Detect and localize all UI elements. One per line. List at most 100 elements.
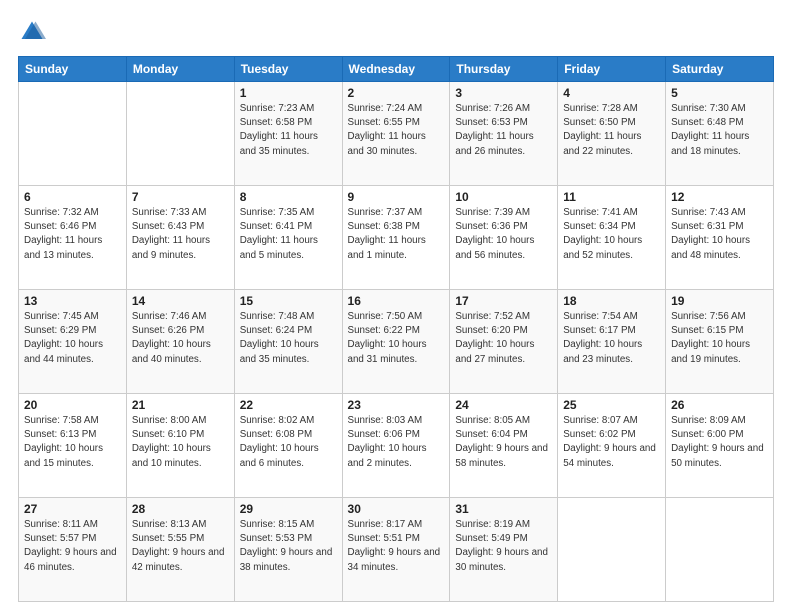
day-number: 6 — [24, 190, 121, 204]
calendar-cell: 14 Sunrise: 7:46 AMSunset: 6:26 PMDaylig… — [126, 290, 234, 394]
calendar-header: SundayMondayTuesdayWednesdayThursdayFrid… — [19, 57, 774, 82]
day-number: 7 — [132, 190, 229, 204]
day-number: 14 — [132, 294, 229, 308]
day-detail: Sunrise: 8:15 AMSunset: 5:53 PMDaylight:… — [240, 519, 333, 573]
day-detail: Sunrise: 7:23 AMSunset: 6:58 PMDaylight:… — [240, 103, 318, 157]
day-detail: Sunrise: 8:02 AMSunset: 6:08 PMDaylight:… — [240, 415, 319, 469]
calendar-week-0: 1 Sunrise: 7:23 AMSunset: 6:58 PMDayligh… — [19, 82, 774, 186]
day-detail: Sunrise: 8:17 AMSunset: 5:51 PMDaylight:… — [348, 519, 441, 573]
day-number: 16 — [348, 294, 445, 308]
calendar-cell: 31 Sunrise: 8:19 AMSunset: 5:49 PMDaylig… — [450, 498, 558, 602]
calendar-cell: 7 Sunrise: 7:33 AMSunset: 6:43 PMDayligh… — [126, 186, 234, 290]
calendar-cell: 2 Sunrise: 7:24 AMSunset: 6:55 PMDayligh… — [342, 82, 450, 186]
calendar-cell: 28 Sunrise: 8:13 AMSunset: 5:55 PMDaylig… — [126, 498, 234, 602]
day-detail: Sunrise: 8:00 AMSunset: 6:10 PMDaylight:… — [132, 415, 211, 469]
weekday-row: SundayMondayTuesdayWednesdayThursdayFrid… — [19, 57, 774, 82]
calendar-cell: 27 Sunrise: 8:11 AMSunset: 5:57 PMDaylig… — [19, 498, 127, 602]
calendar-cell: 20 Sunrise: 7:58 AMSunset: 6:13 PMDaylig… — [19, 394, 127, 498]
day-number: 28 — [132, 502, 229, 516]
day-detail: Sunrise: 7:48 AMSunset: 6:24 PMDaylight:… — [240, 311, 319, 365]
day-detail: Sunrise: 7:39 AMSunset: 6:36 PMDaylight:… — [455, 207, 534, 261]
day-detail: Sunrise: 7:35 AMSunset: 6:41 PMDaylight:… — [240, 207, 318, 261]
day-number: 1 — [240, 86, 337, 100]
calendar-cell: 11 Sunrise: 7:41 AMSunset: 6:34 PMDaylig… — [558, 186, 666, 290]
calendar-cell: 30 Sunrise: 8:17 AMSunset: 5:51 PMDaylig… — [342, 498, 450, 602]
day-number: 5 — [671, 86, 768, 100]
weekday-header-thursday: Thursday — [450, 57, 558, 82]
day-number: 8 — [240, 190, 337, 204]
day-detail: Sunrise: 8:11 AMSunset: 5:57 PMDaylight:… — [24, 519, 117, 573]
calendar-cell: 17 Sunrise: 7:52 AMSunset: 6:20 PMDaylig… — [450, 290, 558, 394]
calendar-cell: 5 Sunrise: 7:30 AMSunset: 6:48 PMDayligh… — [666, 82, 774, 186]
day-number: 26 — [671, 398, 768, 412]
day-detail: Sunrise: 7:46 AMSunset: 6:26 PMDaylight:… — [132, 311, 211, 365]
header — [18, 18, 774, 46]
weekday-header-sunday: Sunday — [19, 57, 127, 82]
day-number: 20 — [24, 398, 121, 412]
calendar-week-4: 27 Sunrise: 8:11 AMSunset: 5:57 PMDaylig… — [19, 498, 774, 602]
day-number: 21 — [132, 398, 229, 412]
day-number: 25 — [563, 398, 660, 412]
calendar-cell: 21 Sunrise: 8:00 AMSunset: 6:10 PMDaylig… — [126, 394, 234, 498]
calendar-cell: 29 Sunrise: 8:15 AMSunset: 5:53 PMDaylig… — [234, 498, 342, 602]
calendar-cell: 13 Sunrise: 7:45 AMSunset: 6:29 PMDaylig… — [19, 290, 127, 394]
day-detail: Sunrise: 7:28 AMSunset: 6:50 PMDaylight:… — [563, 103, 641, 157]
day-detail: Sunrise: 7:54 AMSunset: 6:17 PMDaylight:… — [563, 311, 642, 365]
day-number: 2 — [348, 86, 445, 100]
calendar-cell — [19, 82, 127, 186]
calendar-cell: 15 Sunrise: 7:48 AMSunset: 6:24 PMDaylig… — [234, 290, 342, 394]
calendar-cell: 4 Sunrise: 7:28 AMSunset: 6:50 PMDayligh… — [558, 82, 666, 186]
weekday-header-monday: Monday — [126, 57, 234, 82]
weekday-header-friday: Friday — [558, 57, 666, 82]
day-number: 23 — [348, 398, 445, 412]
day-detail: Sunrise: 7:41 AMSunset: 6:34 PMDaylight:… — [563, 207, 642, 261]
day-detail: Sunrise: 8:19 AMSunset: 5:49 PMDaylight:… — [455, 519, 548, 573]
day-number: 29 — [240, 502, 337, 516]
day-number: 24 — [455, 398, 552, 412]
day-detail: Sunrise: 7:30 AMSunset: 6:48 PMDaylight:… — [671, 103, 749, 157]
day-detail: Sunrise: 7:43 AMSunset: 6:31 PMDaylight:… — [671, 207, 750, 261]
day-number: 4 — [563, 86, 660, 100]
day-number: 19 — [671, 294, 768, 308]
calendar-week-3: 20 Sunrise: 7:58 AMSunset: 6:13 PMDaylig… — [19, 394, 774, 498]
day-number: 15 — [240, 294, 337, 308]
day-number: 13 — [24, 294, 121, 308]
logo — [18, 18, 50, 46]
weekday-header-saturday: Saturday — [666, 57, 774, 82]
day-detail: Sunrise: 7:26 AMSunset: 6:53 PMDaylight:… — [455, 103, 533, 157]
weekday-header-tuesday: Tuesday — [234, 57, 342, 82]
calendar-cell — [126, 82, 234, 186]
calendar-cell: 6 Sunrise: 7:32 AMSunset: 6:46 PMDayligh… — [19, 186, 127, 290]
day-number: 22 — [240, 398, 337, 412]
calendar-cell — [666, 498, 774, 602]
calendar-week-1: 6 Sunrise: 7:32 AMSunset: 6:46 PMDayligh… — [19, 186, 774, 290]
day-number: 18 — [563, 294, 660, 308]
calendar-cell: 24 Sunrise: 8:05 AMSunset: 6:04 PMDaylig… — [450, 394, 558, 498]
calendar-cell: 23 Sunrise: 8:03 AMSunset: 6:06 PMDaylig… — [342, 394, 450, 498]
day-detail: Sunrise: 7:50 AMSunset: 6:22 PMDaylight:… — [348, 311, 427, 365]
day-number: 17 — [455, 294, 552, 308]
day-number: 30 — [348, 502, 445, 516]
calendar-cell: 9 Sunrise: 7:37 AMSunset: 6:38 PMDayligh… — [342, 186, 450, 290]
day-detail: Sunrise: 7:58 AMSunset: 6:13 PMDaylight:… — [24, 415, 103, 469]
day-detail: Sunrise: 8:07 AMSunset: 6:02 PMDaylight:… — [563, 415, 656, 469]
day-number: 27 — [24, 502, 121, 516]
calendar-cell: 18 Sunrise: 7:54 AMSunset: 6:17 PMDaylig… — [558, 290, 666, 394]
calendar-cell: 3 Sunrise: 7:26 AMSunset: 6:53 PMDayligh… — [450, 82, 558, 186]
day-detail: Sunrise: 8:13 AMSunset: 5:55 PMDaylight:… — [132, 519, 225, 573]
day-detail: Sunrise: 8:05 AMSunset: 6:04 PMDaylight:… — [455, 415, 548, 469]
calendar-cell: 19 Sunrise: 7:56 AMSunset: 6:15 PMDaylig… — [666, 290, 774, 394]
calendar-body: 1 Sunrise: 7:23 AMSunset: 6:58 PMDayligh… — [19, 82, 774, 602]
logo-icon — [18, 18, 46, 46]
day-detail: Sunrise: 7:45 AMSunset: 6:29 PMDaylight:… — [24, 311, 103, 365]
day-number: 11 — [563, 190, 660, 204]
weekday-header-wednesday: Wednesday — [342, 57, 450, 82]
day-detail: Sunrise: 7:24 AMSunset: 6:55 PMDaylight:… — [348, 103, 426, 157]
day-detail: Sunrise: 7:56 AMSunset: 6:15 PMDaylight:… — [671, 311, 750, 365]
day-detail: Sunrise: 7:33 AMSunset: 6:43 PMDaylight:… — [132, 207, 210, 261]
calendar-cell: 26 Sunrise: 8:09 AMSunset: 6:00 PMDaylig… — [666, 394, 774, 498]
calendar-week-2: 13 Sunrise: 7:45 AMSunset: 6:29 PMDaylig… — [19, 290, 774, 394]
day-detail: Sunrise: 8:09 AMSunset: 6:00 PMDaylight:… — [671, 415, 764, 469]
day-detail: Sunrise: 8:03 AMSunset: 6:06 PMDaylight:… — [348, 415, 427, 469]
day-number: 31 — [455, 502, 552, 516]
